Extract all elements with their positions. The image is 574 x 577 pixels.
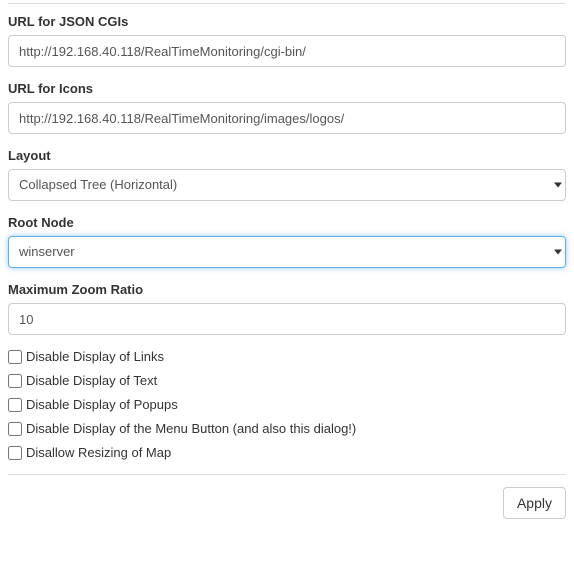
settings-form: URL for JSON CGIs URL for Icons Layout C… [0,3,574,529]
label-disable-menu[interactable]: Disable Display of the Menu Button (and … [26,421,356,436]
checkbox-row-disable-menu: Disable Display of the Menu Button (and … [8,421,566,436]
label-max-zoom: Maximum Zoom Ratio [8,282,566,297]
checkbox-row-disable-popups: Disable Display of Popups [8,397,566,412]
label-disable-links[interactable]: Disable Display of Links [26,349,164,364]
label-root-node: Root Node [8,215,566,230]
select-root-node[interactable]: winserver [8,236,566,268]
divider-top [8,3,566,4]
checkbox-disallow-resize[interactable] [8,446,22,460]
checkbox-disable-popups[interactable] [8,398,22,412]
label-layout: Layout [8,148,566,163]
select-layout[interactable]: Collapsed Tree (Horizontal) [8,169,566,201]
select-wrap-root-node: winserver [8,236,566,268]
checkbox-row-disable-links: Disable Display of Links [8,349,566,364]
select-wrap-layout: Collapsed Tree (Horizontal) [8,169,566,201]
field-layout: Layout Collapsed Tree (Horizontal) [8,148,566,201]
checkbox-disable-text[interactable] [8,374,22,388]
input-url-json-cgis[interactable] [8,35,566,67]
label-disable-popups[interactable]: Disable Display of Popups [26,397,178,412]
label-disallow-resize[interactable]: Disallow Resizing of Map [26,445,171,460]
apply-button[interactable]: Apply [503,487,566,519]
field-root-node: Root Node winserver [8,215,566,268]
field-max-zoom: Maximum Zoom Ratio [8,282,566,335]
input-max-zoom[interactable] [8,303,566,335]
checkbox-row-disable-text: Disable Display of Text [8,373,566,388]
label-url-json-cgis: URL for JSON CGIs [8,14,566,29]
field-url-json-cgis: URL for JSON CGIs [8,14,566,67]
divider-bottom [8,474,566,475]
footer: Apply [8,487,566,529]
checkbox-disable-menu[interactable] [8,422,22,436]
label-url-icons: URL for Icons [8,81,566,96]
label-disable-text[interactable]: Disable Display of Text [26,373,157,388]
field-url-icons: URL for Icons [8,81,566,134]
checkbox-disable-links[interactable] [8,350,22,364]
input-url-icons[interactable] [8,102,566,134]
checkbox-row-disallow-resize: Disallow Resizing of Map [8,445,566,460]
